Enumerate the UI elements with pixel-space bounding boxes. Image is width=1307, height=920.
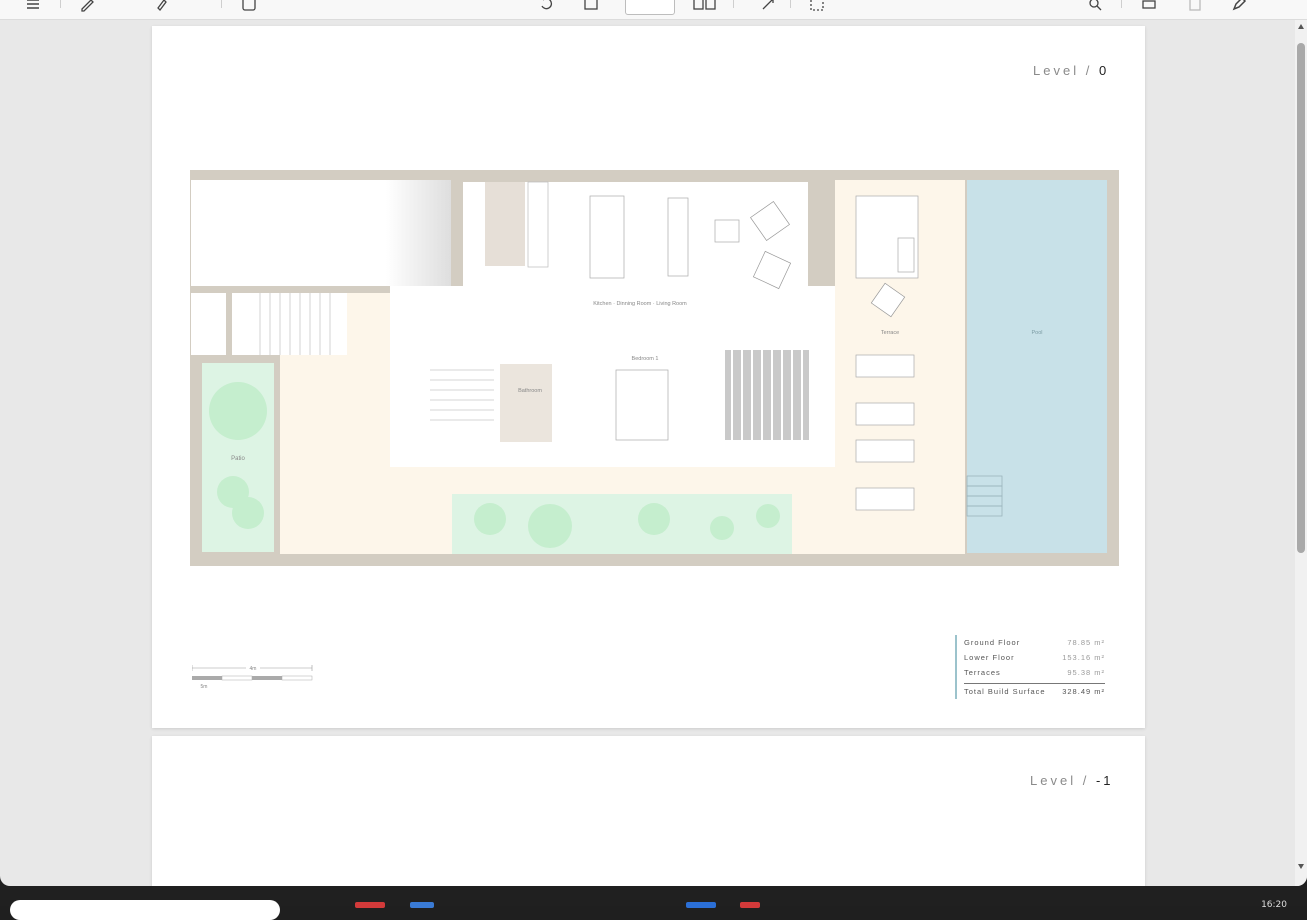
fit-page-icon[interactable] (580, 0, 602, 14)
storage-room (191, 293, 226, 355)
legend-total-row: Total Build Surface 328.49 m² (964, 683, 1105, 698)
room-label-pool: Pool (1031, 330, 1042, 336)
tree (638, 503, 670, 535)
legend-value: 78.85 m² (1067, 638, 1105, 647)
page-number-box[interactable] (625, 0, 675, 15)
rotate-icon[interactable] (535, 0, 557, 14)
os-taskbar: 16:20 (0, 886, 1307, 920)
pdf-viewer-window: Level / 0 Patio Kitchen · Dinning Room ·… (0, 0, 1307, 886)
pdf-page: Level / 0 Patio Kitchen · Dinning Room ·… (152, 26, 1145, 728)
side-table (897, 237, 915, 273)
sun-lounger (855, 487, 915, 511)
legend-total-label: Total Build Surface (964, 686, 1046, 696)
legend-row: Lower Floor 153.16 m² (964, 650, 1105, 665)
sun-lounger (855, 354, 915, 378)
legend-row: Terraces 95.38 m² (964, 665, 1105, 680)
room-label-kitchen: Kitchen · Dinning Room · Living Room (593, 301, 687, 307)
surface-legend: Ground Floor 78.85 m² Lower Floor 153.16… (955, 635, 1105, 699)
print-icon[interactable] (1138, 0, 1160, 14)
level-number: -1 (1095, 773, 1114, 788)
scroll-up-arrow[interactable] (1298, 24, 1304, 29)
level-heading: Level / -1 (1030, 773, 1114, 788)
toolbar-separator (790, 0, 791, 8)
taskbar-app-icon[interactable] (410, 902, 434, 908)
kitchen-counter (485, 182, 525, 266)
sun-deck (725, 350, 809, 440)
expand-icon[interactable] (757, 0, 779, 14)
pdf-page: Level / -1 (152, 736, 1145, 886)
legend-total-value: 328.49 m² (1062, 686, 1105, 696)
room-label-patio: Patio (231, 456, 245, 462)
toolbar-separator (1121, 0, 1122, 8)
bed (615, 369, 669, 441)
level-label: Level (1030, 773, 1077, 788)
tree (756, 504, 780, 528)
floor-plan-drawing: Patio Kitchen · Dinning Room · Living Ro… (190, 170, 1119, 566)
sun-lounger (855, 439, 915, 463)
taskbar-clock[interactable]: 16:20 (1261, 900, 1287, 910)
legend-label: Lower Floor (964, 653, 1015, 662)
level-heading: Level / 0 (1033, 63, 1109, 78)
search-icon[interactable] (1084, 0, 1106, 14)
coffee-table (714, 219, 740, 243)
legend-row: Ground Floor 78.85 m² (964, 635, 1105, 650)
vertical-scrollbar[interactable] (1295, 20, 1307, 886)
scale-label-bottom: 5m (201, 684, 208, 690)
scale-label-top: 4m (250, 666, 257, 672)
upper-volume (191, 180, 451, 286)
room-label-terrace: Terrace (881, 330, 899, 336)
two-page-icon[interactable] (690, 0, 720, 14)
kitchen-island (527, 181, 549, 268)
level-separator: / (1085, 63, 1093, 78)
legend-value: 95.38 m² (1067, 668, 1105, 677)
scroll-thumb[interactable] (1297, 43, 1305, 553)
taskbar-app-icon[interactable] (355, 902, 385, 908)
tree (209, 382, 267, 440)
level-number: 0 (1098, 63, 1110, 78)
list-icon[interactable] (22, 0, 44, 14)
tree (528, 504, 572, 548)
sofa (667, 197, 689, 277)
viewer-toolbar (0, 0, 1307, 20)
scale-bar: 4m 5m (192, 665, 313, 690)
stairwell (430, 340, 494, 444)
select-icon[interactable] (806, 0, 828, 14)
pool (967, 180, 1107, 553)
legend-label: Ground Floor (964, 638, 1021, 647)
level-label: Level (1033, 63, 1080, 78)
sun-lounger (855, 402, 915, 426)
room-label-bedroom: Bedroom 1 (632, 356, 659, 362)
toolbar-separator (221, 0, 222, 8)
toolbar-separator (60, 0, 61, 8)
taskbar-app-icon[interactable] (740, 902, 760, 908)
scroll-down-arrow[interactable] (1298, 864, 1304, 869)
taskbar-search[interactable] (10, 900, 280, 920)
document-viewport[interactable]: Level / 0 Patio Kitchen · Dinning Room ·… (0, 20, 1295, 886)
tree (474, 503, 506, 535)
draw-icon[interactable] (76, 0, 98, 14)
bathroom (500, 364, 552, 442)
legend-label: Terraces (964, 668, 1001, 677)
toolbar-separator (733, 0, 734, 8)
text-box-icon[interactable] (238, 0, 260, 14)
tree (710, 516, 734, 540)
taskbar-app-icon[interactable] (686, 902, 716, 908)
tree (232, 497, 264, 529)
dining-table (589, 195, 625, 279)
save-icon[interactable] (1184, 0, 1206, 14)
room-label-bathroom: Bathroom (518, 388, 542, 394)
edit-icon[interactable] (1228, 0, 1250, 14)
level-separator: / (1082, 773, 1090, 788)
legend-value: 153.16 m² (1062, 653, 1105, 662)
highlight-icon[interactable] (150, 0, 172, 14)
